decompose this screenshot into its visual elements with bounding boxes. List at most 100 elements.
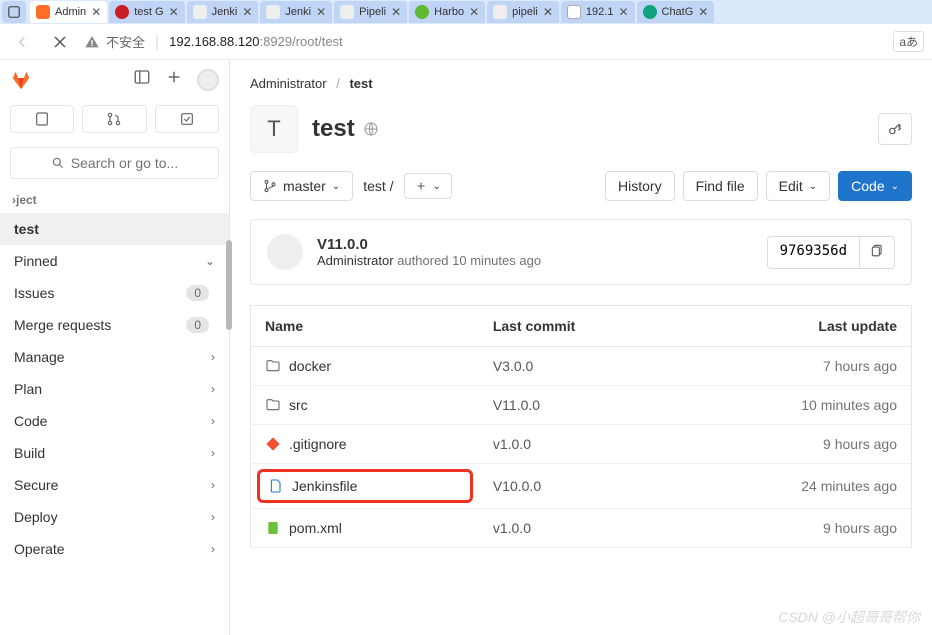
add-file-button[interactable]: ⌄ xyxy=(404,173,452,199)
browser-tab[interactable]: Admin✕ xyxy=(30,1,107,23)
history-button[interactable]: History xyxy=(605,171,675,201)
sidebar-item-manage[interactable]: Manage› xyxy=(0,341,229,373)
project-title: test xyxy=(312,115,379,143)
browser-tab-strip: Admin✕test G✕Jenki✕Jenki✕Pipeli✕Harbo✕pi… xyxy=(0,0,932,24)
find-file-button[interactable]: Find file xyxy=(683,171,758,201)
last-commit[interactable]: V10.0.0 xyxy=(479,464,683,509)
chevron-down-icon: ⌄ xyxy=(891,181,899,192)
last-update: 9 hours ago xyxy=(682,509,911,548)
favicon-icon xyxy=(340,5,354,19)
chevron-right-icon: › xyxy=(211,478,215,492)
table-row[interactable]: .gitignore v1.0.09 hours ago xyxy=(251,425,912,464)
todos-shortcut[interactable] xyxy=(155,105,219,133)
file-name: Jenkinsfile xyxy=(292,478,357,494)
copy-sha-button[interactable] xyxy=(860,236,895,269)
table-row[interactable]: srcV11.0.010 minutes ago xyxy=(251,386,912,425)
table-row[interactable]: JenkinsfileV10.0.024 minutes ago xyxy=(251,464,912,509)
branch-selector[interactable]: master ⌄ xyxy=(250,171,353,201)
sidebar-item-build[interactable]: Build› xyxy=(0,437,229,469)
tab-close-icon[interactable]: ✕ xyxy=(91,5,101,19)
edit-button[interactable]: Edit ⌄ xyxy=(766,171,831,201)
url-display[interactable]: 192.168.88.120:8929/root/test xyxy=(169,34,343,49)
tab-overview-button[interactable] xyxy=(2,1,26,23)
sidebar-pinned[interactable]: Pinned ⌄ xyxy=(0,245,229,277)
file-name: .gitignore xyxy=(289,436,347,452)
file-name: pom.xml xyxy=(289,520,342,536)
last-commit[interactable]: v1.0.0 xyxy=(479,509,683,548)
file-table: Name Last commit Last update dockerV3.0.… xyxy=(250,305,912,548)
commit-sha[interactable]: 9769356d xyxy=(767,236,860,269)
browser-tab[interactable]: test G✕ xyxy=(109,1,184,23)
sidebar-item-deploy[interactable]: Deploy› xyxy=(0,501,229,533)
sidebar-item-operate[interactable]: Operate› xyxy=(0,533,229,565)
tab-close-icon[interactable]: ✕ xyxy=(618,5,628,19)
panel-toggle-icon[interactable] xyxy=(133,68,151,91)
issues-shortcut[interactable] xyxy=(10,105,74,133)
breadcrumb: Administrator / test xyxy=(250,70,912,105)
sidebar-project-item[interactable]: test xyxy=(0,213,229,245)
breadcrumb-leaf: test xyxy=(349,76,372,91)
main-content: Administrator / test T test master ⌄ tes… xyxy=(230,60,932,635)
browser-tab[interactable]: pipeli✕ xyxy=(487,1,559,23)
add-button[interactable] xyxy=(165,68,183,91)
favicon-icon xyxy=(643,5,657,19)
tab-close-icon[interactable]: ✕ xyxy=(169,5,179,19)
file-icon xyxy=(268,478,284,494)
tab-close-icon[interactable]: ✕ xyxy=(469,5,479,19)
xml-icon xyxy=(265,520,281,536)
last-update: 9 hours ago xyxy=(682,425,911,464)
close-page-button[interactable] xyxy=(46,28,74,56)
browser-tab[interactable]: 192.1✕ xyxy=(561,1,635,23)
key-icon xyxy=(887,121,903,137)
commit-meta: Administrator authored 10 minutes ago xyxy=(317,253,541,268)
browser-tab[interactable]: Jenki✕ xyxy=(187,1,259,23)
last-commit[interactable]: v1.0.0 xyxy=(479,425,683,464)
table-row[interactable]: pom.xml v1.0.09 hours ago xyxy=(251,509,912,548)
last-commit[interactable]: V3.0.0 xyxy=(479,347,683,386)
gitlab-logo-icon xyxy=(10,69,32,91)
chevron-down-icon: ⌄ xyxy=(809,181,817,192)
breadcrumb-root[interactable]: Administrator xyxy=(250,76,327,91)
tab-close-icon[interactable]: ✕ xyxy=(698,5,708,19)
last-commit[interactable]: V11.0.0 xyxy=(479,386,683,425)
favicon-icon xyxy=(115,5,129,19)
last-update: 10 minutes ago xyxy=(682,386,911,425)
sidebar-section-project: ›ject xyxy=(0,187,229,213)
browser-tab[interactable]: Jenki✕ xyxy=(260,1,332,23)
tab-close-icon[interactable]: ✕ xyxy=(316,5,326,19)
code-button[interactable]: Code ⌄ xyxy=(838,171,912,201)
commit-author-avatar[interactable] xyxy=(267,234,303,270)
tab-close-icon[interactable]: ✕ xyxy=(391,5,401,19)
tab-close-icon[interactable]: ✕ xyxy=(543,5,553,19)
browser-tab[interactable]: Pipeli✕ xyxy=(334,1,407,23)
sidebar-item-merge-requests[interactable]: Merge requests0 xyxy=(0,309,229,341)
sidebar-item-code[interactable]: Code› xyxy=(0,405,229,437)
user-avatar[interactable] xyxy=(197,69,219,91)
chevron-right-icon: › xyxy=(211,446,215,460)
gitignore-icon xyxy=(265,436,281,452)
chevron-down-icon: ⌄ xyxy=(433,181,441,192)
chevron-right-icon: › xyxy=(211,350,215,364)
tab-close-icon[interactable]: ✕ xyxy=(242,5,252,19)
browser-tab[interactable]: ChatG✕ xyxy=(637,1,715,23)
chevron-down-icon: ⌄ xyxy=(332,181,340,192)
project-key-button[interactable] xyxy=(878,113,912,145)
search-icon xyxy=(51,156,65,170)
globe-icon xyxy=(363,121,379,137)
back-button[interactable] xyxy=(8,28,36,56)
folder-icon xyxy=(265,397,281,413)
sidebar-item-plan[interactable]: Plan› xyxy=(0,373,229,405)
project-avatar: T xyxy=(250,105,298,153)
search-input[interactable]: Search or go to... xyxy=(10,147,219,179)
count-badge: 0 xyxy=(186,317,209,333)
table-row[interactable]: dockerV3.0.07 hours ago xyxy=(251,347,912,386)
sidebar-item-secure[interactable]: Secure› xyxy=(0,469,229,501)
sidebar-item-issues[interactable]: Issues0 xyxy=(0,277,229,309)
browser-tab[interactable]: Harbo✕ xyxy=(409,1,485,23)
security-indicator[interactable]: 不安全 xyxy=(84,32,145,51)
merge-requests-shortcut[interactable] xyxy=(82,105,146,133)
path-crumb[interactable]: test / xyxy=(363,178,393,194)
commit-title[interactable]: V11.0.0 xyxy=(317,236,541,253)
translate-button[interactable]: aあ xyxy=(893,31,924,52)
chevron-right-icon: › xyxy=(211,542,215,556)
